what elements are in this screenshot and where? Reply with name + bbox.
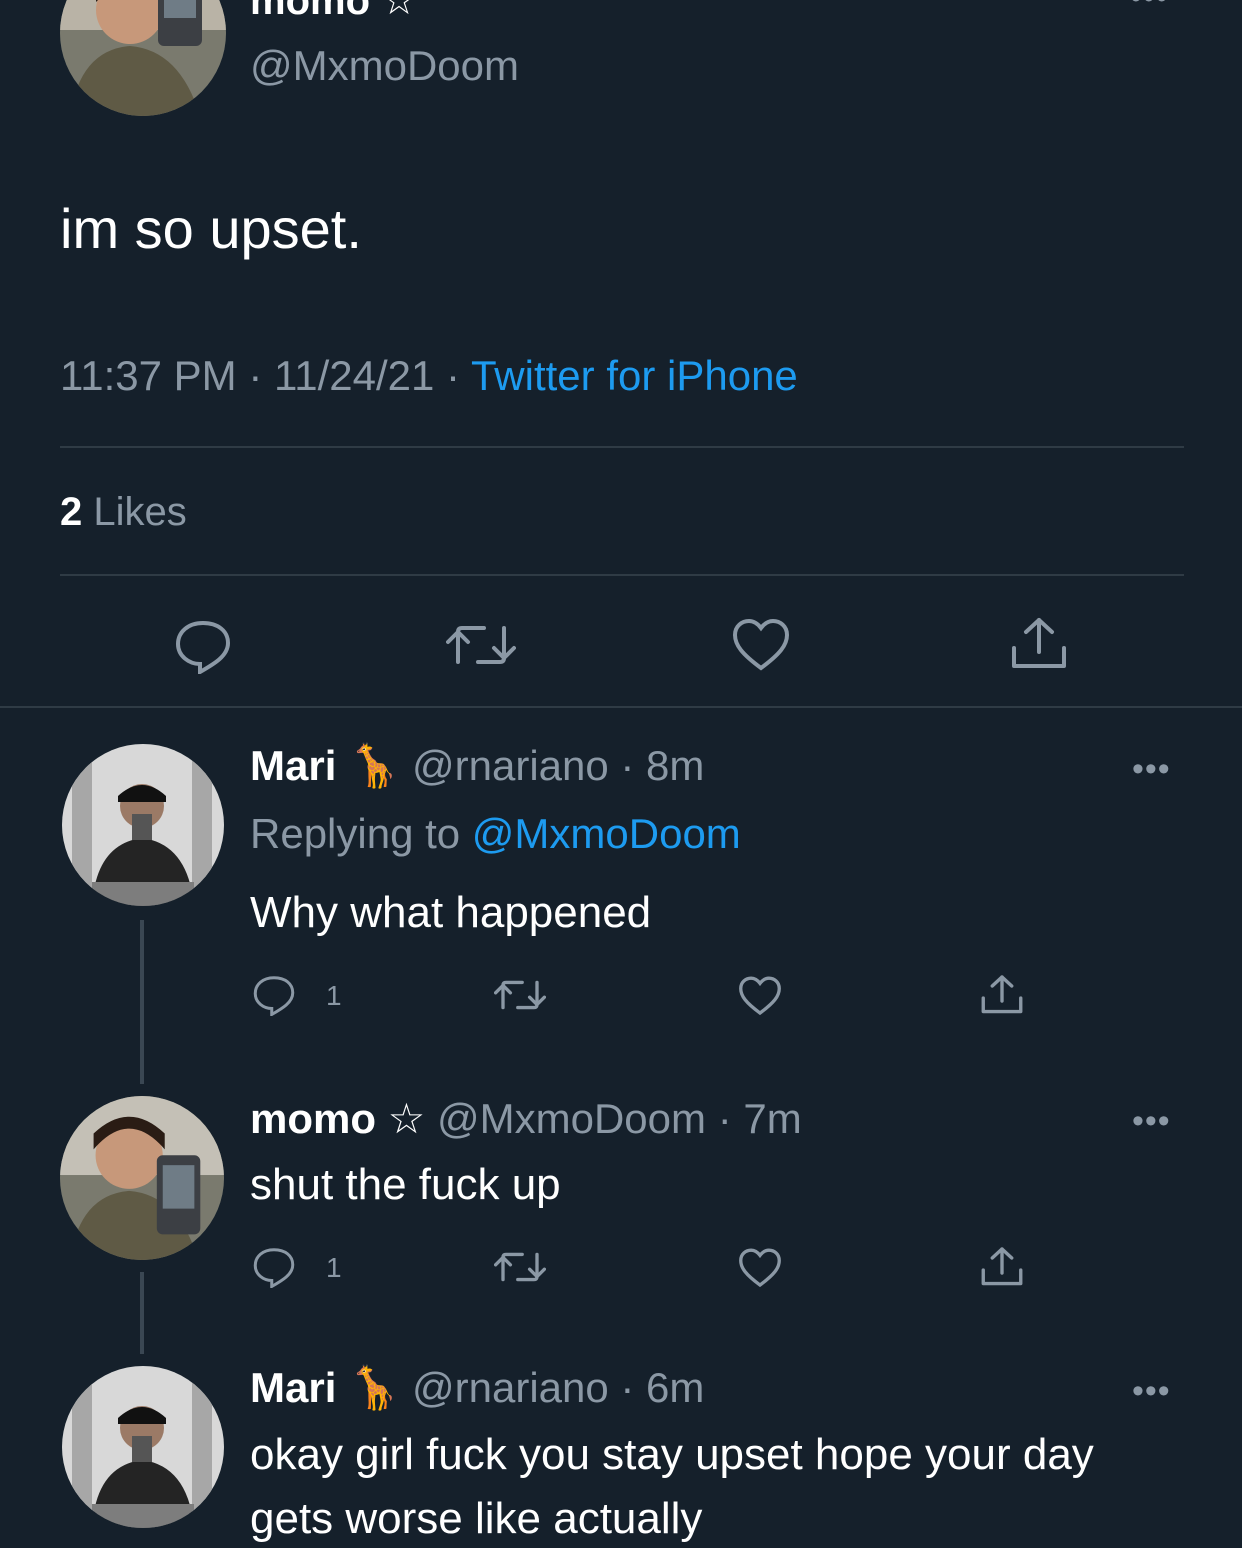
replying-to: Replying to @MxmoDoom (250, 810, 741, 858)
like-icon[interactable] (738, 1248, 782, 1288)
retweet-icon[interactable] (446, 622, 516, 668)
like-icon[interactable] (738, 976, 782, 1016)
like-icon[interactable] (732, 618, 790, 672)
tweet-source-link[interactable]: Twitter for iPhone (471, 352, 798, 399)
thread-connector (140, 1272, 144, 1354)
meta-separator: · (446, 352, 461, 399)
likes-label: Likes (93, 490, 187, 534)
more-icon[interactable]: ••• (1132, 1104, 1171, 1138)
reply-icon[interactable] (252, 974, 296, 1016)
retweet-icon[interactable] (494, 978, 546, 1012)
more-icon-main[interactable]: ••• (1130, 0, 1169, 14)
timestamp[interactable]: · 6m (620, 1364, 704, 1411)
giraffe-emoji: 🦒 (348, 742, 401, 789)
reply-header: momo ☆ @MxmoDoom · 7m (250, 1094, 802, 1143)
avatar-mari[interactable] (62, 744, 224, 906)
share-icon[interactable] (980, 1246, 1024, 1288)
tweet-date: 11/24/21 (274, 352, 435, 399)
likes-count: 2 (60, 490, 83, 534)
thread-connector (140, 920, 144, 1084)
divider (0, 706, 1242, 708)
reply-header: Mari 🦒 @rnariano · 6m (250, 1364, 704, 1413)
display-name[interactable]: momo (250, 1095, 376, 1142)
avatar-mari[interactable] (62, 1366, 224, 1528)
share-icon[interactable] (980, 974, 1024, 1016)
divider (60, 446, 1184, 448)
avatar-momo[interactable] (60, 1096, 224, 1260)
handle[interactable]: @MxmoDoom (437, 1095, 706, 1142)
handle[interactable]: @rnariano (412, 1364, 609, 1411)
tweet-time: 11:37 PM (60, 352, 237, 399)
tweet-meta: 11:37 PM · 11/24/21 · Twitter for iPhone (60, 352, 798, 400)
more-icon[interactable]: ••• (1132, 1374, 1171, 1408)
display-name[interactable]: Mari (250, 742, 336, 789)
likes-stat[interactable]: 2 Likes (60, 490, 187, 535)
replying-to-handle[interactable]: @MxmoDoom (472, 810, 741, 857)
handle-main[interactable]: @MxmoDoom (250, 42, 519, 90)
tweet-text: im so upset. (60, 197, 362, 260)
reply-text-line-2: gets worse like actually (250, 1494, 703, 1543)
reply-header: Mari 🦒 @rnariano · 8m (250, 742, 704, 791)
reply-icon[interactable] (174, 618, 232, 674)
timestamp[interactable]: · 7m (718, 1095, 802, 1142)
reply-text: shut the fuck up (250, 1160, 561, 1209)
more-icon[interactable]: ••• (1132, 752, 1171, 786)
giraffe-emoji: 🦒 (348, 1364, 401, 1411)
share-icon[interactable] (1010, 616, 1068, 672)
divider (60, 574, 1184, 576)
replying-to-prefix: Replying to (250, 810, 461, 857)
reply-text: Why what happened (250, 888, 652, 937)
reply-count: 1 (326, 980, 342, 1011)
display-name[interactable]: Mari (250, 1364, 336, 1411)
timestamp[interactable]: · 8m (620, 742, 704, 789)
reply-text-line-1: okay girl fuck you stay upset hope your … (250, 1430, 1094, 1479)
reply-icon[interactable] (252, 1246, 296, 1288)
avatar-momo-main[interactable] (60, 0, 226, 116)
display-name-fragment[interactable]: momo ☆ (250, 0, 417, 24)
reply-count: 1 (326, 1252, 342, 1283)
handle[interactable]: @rnariano (412, 742, 609, 789)
star-glyph: ☆ (387, 1095, 426, 1142)
retweet-icon[interactable] (494, 1250, 546, 1284)
meta-separator: · (248, 352, 263, 399)
